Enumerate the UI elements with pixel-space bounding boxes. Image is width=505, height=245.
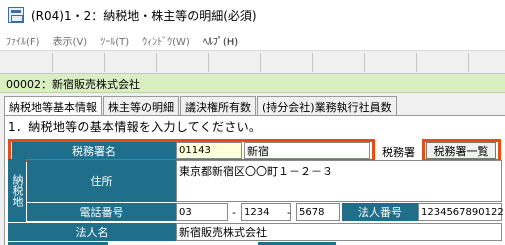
app-icon bbox=[8, 7, 24, 23]
corp-name-label: 法人名 bbox=[8, 223, 176, 241]
phone-number-input[interactable]: 5678 bbox=[296, 203, 340, 221]
toolbar-separator bbox=[364, 53, 365, 72]
title-bar: (R04)1・2：納税地・株主等の明細(必須) bbox=[0, 0, 505, 30]
toolbar-separator bbox=[312, 53, 313, 72]
menu-bar: ﾌｧｲﾙ(F) 表示(V) ﾂｰﾙ(T) ｳｨﾝﾄﾞｳ(W) ﾍﾙﾌﾟ(H) bbox=[0, 30, 505, 50]
phone-exchange-input[interactable]: 1234 bbox=[241, 203, 291, 221]
corp-name-input[interactable]: 新宿販売株式会社 bbox=[176, 223, 502, 241]
company-bar: 00002：新宿販売株式会社 bbox=[0, 74, 505, 93]
menu-view[interactable]: 表示(V) bbox=[53, 33, 88, 48]
tax-office-highlight bbox=[8, 139, 375, 162]
tax-office-list-highlight bbox=[422, 139, 501, 162]
toolbar-separator bbox=[104, 53, 105, 72]
taxpayer-place-label: 納税地 bbox=[8, 159, 26, 222]
tab-voting-rights[interactable]: 議決権所有数 bbox=[180, 96, 256, 115]
corp-number-input[interactable]: 1234567890122 bbox=[418, 203, 504, 221]
taxpayer-place-label-text: 納税地 bbox=[11, 174, 24, 207]
menu-window[interactable]: ｳｨﾝﾄﾞｳ(W) bbox=[142, 33, 190, 48]
menu-help[interactable]: ﾍﾙﾌﾟ(H) bbox=[203, 33, 238, 48]
menu-file[interactable]: ﾌｧｲﾙ(F) bbox=[6, 33, 40, 48]
tab-basic-info[interactable]: 納税地等基本情報 bbox=[4, 96, 102, 116]
toolbar-separator bbox=[52, 53, 53, 72]
phone-separator: - bbox=[287, 206, 291, 219]
instruction-text: 1．納税地等の基本情報を入力してください。 bbox=[8, 120, 262, 134]
address-input[interactable]: 東京都新宿区〇〇町１－２－３ bbox=[176, 160, 502, 202]
phone-area-input[interactable]: 03 bbox=[176, 203, 228, 221]
toolbar-separator bbox=[156, 53, 157, 72]
menu-tools[interactable]: ﾂｰﾙ(T) bbox=[100, 33, 129, 48]
phone-separator: - bbox=[232, 206, 236, 219]
toolbar-separator bbox=[208, 53, 209, 72]
tab-executive-members[interactable]: (持分会社)業務執行社員数 bbox=[257, 96, 397, 115]
toolbar bbox=[0, 50, 505, 74]
address-label: 住所 bbox=[27, 160, 176, 202]
tax-office-suffix: 税務署 bbox=[382, 146, 415, 159]
window-title: (R04)1・2：納税地・株主等の明細(必須) bbox=[31, 8, 257, 23]
tab-strip: 納税地等基本情報 株主等の明細 議決権所有数 (持分会社)業務執行社員数 bbox=[4, 96, 398, 116]
toolbar-separator bbox=[416, 53, 417, 72]
toolbar-separator bbox=[468, 53, 469, 72]
phone-label: 電話番号 bbox=[27, 203, 176, 221]
corp-number-label: 法人番号 bbox=[342, 203, 418, 221]
toolbar-separator bbox=[260, 53, 261, 72]
tab-shareholders[interactable]: 株主等の明細 bbox=[103, 96, 179, 115]
